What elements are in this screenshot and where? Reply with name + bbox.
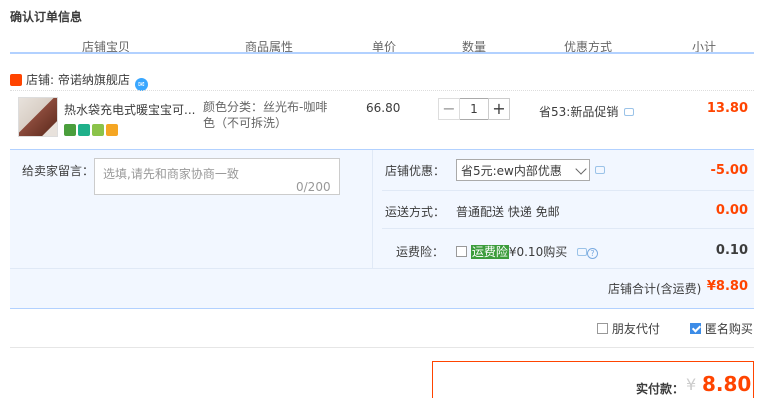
insurance-option: 运费险¥0.10购买 ? — [456, 243, 599, 260]
message-char-count: 0/200 — [296, 180, 331, 194]
service-icon-1 — [64, 123, 76, 136]
item-attributes: 颜色分类：丝光布-咖啡色（不可拆洗） — [203, 100, 328, 130]
message-label: 给卖家留言： — [22, 164, 95, 178]
payment-currency: ¥ — [686, 375, 697, 394]
shipping-label: 运送方式： — [385, 205, 446, 219]
shop-total-label: 店铺合计(含运费) — [608, 282, 702, 296]
help-icon[interactable]: ? — [587, 248, 599, 259]
shop-total-value: ¥8.80 — [706, 279, 748, 294]
item-subtotal: 13.80 — [706, 101, 748, 116]
anonymous-option[interactable]: 匿名购买 — [690, 320, 753, 337]
tmall-shop-icon — [10, 74, 22, 86]
message-placeholder: 选填,请先和商家协商一致 — [103, 167, 239, 181]
promo-info-icon[interactable] — [624, 108, 635, 116]
anonymous-checkbox[interactable] — [690, 323, 701, 334]
coupon-info-icon[interactable] — [595, 166, 605, 174]
qty-minus-button[interactable]: − — [438, 98, 460, 120]
qty-plus-button[interactable]: + — [488, 98, 510, 120]
row-divider — [10, 268, 754, 269]
coupon-label: 店铺优惠： — [385, 164, 446, 178]
insurance-label: 运费险： — [396, 245, 445, 259]
chevron-down-icon — [575, 163, 587, 175]
item-title-link[interactable]: 热水袋充电式暖宝宝可... — [64, 101, 199, 118]
item-thumbnail[interactable] — [18, 97, 58, 137]
service-icon-3 — [92, 123, 104, 136]
shop-name-link[interactable]: 店铺: 帝诺纳旗舰店 — [26, 73, 130, 87]
friend-pay-label: 朋友代付 — [611, 322, 660, 336]
shop-row: 店铺: 帝诺纳旗舰店 ✉ — [10, 71, 148, 91]
item-unit-price: 66.80 — [366, 101, 401, 115]
page-title: 确认订单信息 — [10, 10, 83, 24]
shipping-value: 0.00 — [715, 203, 748, 218]
coupon-select[interactable]: 省5元:ew内部优惠 — [456, 159, 590, 181]
row-divider — [382, 228, 754, 229]
insurance-info-icon[interactable] — [577, 248, 588, 256]
row-divider — [382, 190, 754, 191]
coupon-selected: 省5元:ew内部优惠 — [461, 164, 562, 178]
insurance-value: 0.10 — [715, 243, 748, 258]
insurance-highlight: 运费险 — [470, 245, 509, 259]
section-divider — [10, 347, 754, 348]
quantity-stepper: − 1 + — [438, 98, 510, 120]
coupon-value: -5.00 — [710, 163, 748, 178]
service-icon-2 — [78, 123, 90, 136]
friend-pay-checkbox[interactable] — [597, 323, 608, 334]
service-icons — [64, 122, 120, 136]
insurance-price: ¥0.10购买 — [508, 245, 568, 259]
shipping-method: 普通配送 快递 免邮 — [456, 205, 560, 219]
header-divider — [10, 52, 754, 54]
panel-divider — [372, 150, 373, 268]
qty-input[interactable]: 1 — [460, 98, 488, 120]
item-promo: 省53:新品促销 — [539, 103, 635, 120]
card-icon — [106, 123, 118, 136]
cart-item-row — [10, 90, 754, 147]
payment-label: 实付款： — [636, 382, 685, 396]
anonymous-label: 匿名购买 — [704, 322, 753, 336]
friend-pay-option[interactable]: 朋友代付 — [597, 320, 660, 337]
payment-amount: 8.80 — [702, 372, 752, 396]
promo-text: 省53:新品促销 — [539, 105, 619, 119]
insurance-checkbox[interactable] — [456, 246, 467, 257]
